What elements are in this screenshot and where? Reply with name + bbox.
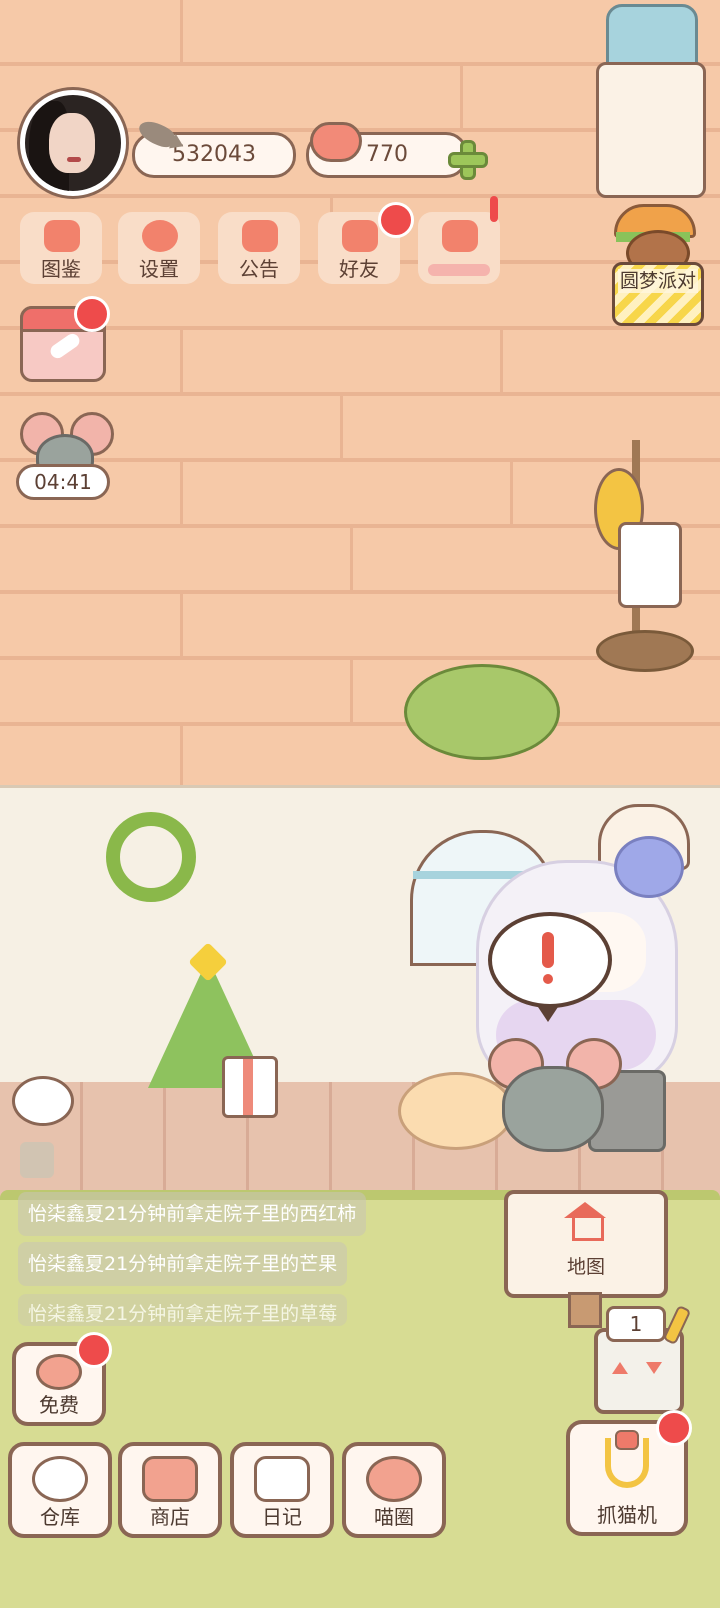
sign-post — [568, 1292, 602, 1328]
chat-toggle-button[interactable] — [20, 1142, 54, 1178]
progress-bar — [428, 264, 490, 276]
pencil-icon — [47, 331, 83, 361]
friends-icon — [342, 220, 378, 252]
exclamation-icon — [542, 932, 554, 968]
chat-message: 怡柒鑫夏21分钟前拿走院子里的西红柿 — [18, 1192, 367, 1236]
shop-button[interactable]: 商店 — [118, 1442, 222, 1538]
gift-icon — [242, 220, 278, 252]
christmas-wreath[interactable] — [106, 812, 196, 902]
diary-icon — [254, 1456, 310, 1502]
hair-flowers — [614, 836, 684, 898]
menu-collection[interactable]: 图鉴 — [20, 212, 102, 284]
alert-speech-bubble[interactable] — [488, 912, 612, 1022]
map-button[interactable]: 地图 — [504, 1190, 668, 1298]
menu-announcement[interactable]: 公告 — [218, 212, 300, 284]
warehouse-button[interactable]: 仓库 — [8, 1442, 112, 1538]
gift-box[interactable] — [222, 1056, 278, 1118]
claw-notification-dot — [656, 1410, 692, 1446]
chat-message: 怡柒鑫夏21分钟前拿走院子里的草莓 — [18, 1294, 348, 1326]
heart-hands-icon — [442, 220, 478, 252]
menu-settings[interactable]: 设置 — [118, 212, 200, 284]
player-avatar[interactable] — [20, 90, 126, 196]
heart-count: 770 — [366, 142, 408, 167]
sprout-pot[interactable] — [12, 1076, 74, 1126]
add-hearts-button[interactable] — [448, 140, 488, 180]
water-dispenser[interactable] — [596, 62, 706, 198]
friends-notification-dot — [378, 202, 414, 238]
fish-count: 532043 — [172, 142, 256, 167]
down-arrow-icon — [646, 1362, 662, 1374]
free-notification-dot — [76, 1332, 112, 1368]
grumpy-mouse-cat[interactable] — [488, 1038, 622, 1152]
gear-icon — [142, 220, 178, 252]
interaction-alert-icon — [490, 196, 498, 222]
warehouse-icon — [32, 1456, 88, 1502]
diary-button[interactable]: 日记 — [230, 1442, 334, 1538]
mouse-timer-button[interactable]: 04:41 — [14, 412, 114, 502]
countdown-timer: 04:41 — [16, 464, 110, 500]
clover-rug[interactable] — [404, 664, 560, 760]
slot-count: 1 — [606, 1306, 666, 1342]
up-arrow-icon — [612, 1362, 628, 1374]
cat-book-icon — [44, 220, 80, 252]
apron — [618, 522, 682, 608]
task-notification-dot — [74, 296, 110, 332]
chat-message: 怡柒鑫夏21分钟前拿走院子里的芒果 — [18, 1242, 348, 1286]
dream-party-button[interactable]: 圆梦派对 — [612, 262, 704, 326]
heart-icon — [36, 1354, 82, 1390]
meow-circle-button[interactable]: 喵圈 — [342, 1442, 446, 1538]
heart-icon — [310, 122, 362, 162]
shop-icon — [142, 1456, 198, 1502]
menu-interaction[interactable] — [418, 212, 500, 284]
house-icon — [564, 1202, 606, 1242]
coat-rack-base — [596, 630, 694, 672]
cat-planet-icon — [366, 1456, 422, 1502]
